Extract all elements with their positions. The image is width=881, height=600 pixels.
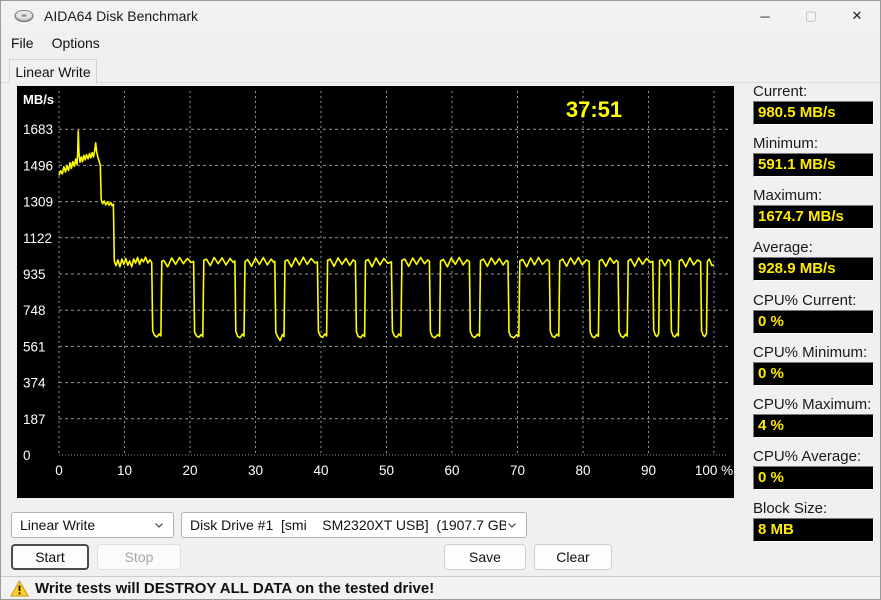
- drive-value: Disk Drive #1 [smi SM2320XT USB] (1907.7…: [190, 517, 506, 533]
- svg-text:70: 70: [510, 463, 525, 478]
- stat-value: 980.5 MB/s: [753, 101, 874, 125]
- maximize-button: ▢: [804, 8, 818, 23]
- svg-text:374: 374: [23, 376, 46, 391]
- stop-button: Stop: [97, 544, 181, 570]
- stat-value: 4 %: [753, 414, 874, 438]
- stats-sidebar: Current: 980.5 MB/s Minimum: 591.1 MB/s …: [753, 83, 874, 552]
- stat-value: 0 %: [753, 466, 874, 490]
- disk-app-icon: [14, 8, 36, 24]
- svg-text:1683: 1683: [23, 122, 53, 137]
- svg-text:40: 40: [313, 463, 328, 478]
- stat-label: Minimum:: [753, 135, 819, 152]
- svg-text:50: 50: [379, 463, 394, 478]
- title-bar: AIDA64 Disk Benchmark ─ ▢ ✕: [1, 1, 880, 31]
- svg-text:0: 0: [55, 463, 63, 478]
- svg-text:80: 80: [575, 463, 590, 478]
- svg-text:1122: 1122: [23, 231, 52, 246]
- menu-file[interactable]: File: [2, 33, 43, 53]
- drive-select[interactable]: Disk Drive #1 [smi SM2320XT USB] (1907.7…: [181, 512, 527, 538]
- close-button[interactable]: ✕: [834, 1, 880, 31]
- stat-value: 591.1 MB/s: [753, 153, 874, 177]
- chevron-down-icon: [155, 523, 163, 528]
- stat-current: Current: 980.5 MB/s: [753, 83, 874, 125]
- stat-label: Average:: [753, 239, 813, 256]
- stat-label: CPU% Current:: [753, 292, 857, 309]
- stat-label: CPU% Average:: [753, 448, 862, 465]
- menu-bar: File Options: [1, 31, 880, 55]
- stat-value: 1674.7 MB/s: [753, 205, 874, 229]
- stat-label: Current:: [753, 83, 808, 100]
- stat-minimum: Minimum: 591.1 MB/s: [753, 135, 874, 177]
- app-window: AIDA64 Disk Benchmark ─ ▢ ✕ File Options…: [0, 0, 881, 600]
- stat-block-size: Block Size: 8 MB: [753, 500, 874, 542]
- chevron-down-icon: [508, 523, 516, 528]
- stat-value: 0 %: [753, 310, 874, 334]
- warning-bar: Write tests will DESTROY ALL DATA on the…: [1, 576, 880, 599]
- svg-text:20: 20: [182, 463, 197, 478]
- svg-text:90: 90: [641, 463, 656, 478]
- tab-linear-write[interactable]: Linear Write: [9, 59, 97, 83]
- menu-options[interactable]: Options: [43, 33, 109, 53]
- svg-text:561: 561: [23, 339, 46, 354]
- stat-label: CPU% Minimum:: [753, 344, 868, 361]
- stat-average: Average: 928.9 MB/s: [753, 239, 874, 281]
- stat-value: 0 %: [753, 362, 874, 386]
- warning-text: Write tests will DESTROY ALL DATA on the…: [35, 580, 435, 597]
- svg-text:MB/s: MB/s: [23, 92, 54, 107]
- tabstrip-divider: [1, 82, 880, 83]
- svg-text:1309: 1309: [23, 195, 53, 210]
- save-button[interactable]: Save: [444, 544, 526, 570]
- svg-text:187: 187: [23, 412, 46, 427]
- stat-cpu-current: CPU% Current: 0 %: [753, 292, 874, 334]
- stat-maximum: Maximum: 1674.7 MB/s: [753, 187, 874, 229]
- start-button[interactable]: Start: [11, 544, 89, 570]
- svg-text:100 %: 100 %: [695, 463, 733, 478]
- svg-text:60: 60: [444, 463, 459, 478]
- svg-text:935: 935: [23, 267, 46, 282]
- test-type-value: Linear Write: [20, 517, 96, 533]
- svg-text:10: 10: [117, 463, 132, 478]
- stat-cpu-maximum: CPU% Maximum: 4 %: [753, 396, 874, 438]
- svg-text:0: 0: [23, 448, 31, 463]
- window-title: AIDA64 Disk Benchmark: [44, 8, 199, 24]
- stat-value: 928.9 MB/s: [753, 257, 874, 281]
- stat-cpu-minimum: CPU% Minimum: 0 %: [753, 344, 874, 386]
- warning-icon: [10, 580, 29, 597]
- stat-label: Block Size:: [753, 500, 828, 517]
- stat-value: 8 MB: [753, 518, 874, 542]
- benchmark-chart: MB/s 0 187 374 561 748 935 1122 1309 1496 1683 0 10 2…: [17, 86, 734, 498]
- minimize-button[interactable]: ─: [742, 1, 788, 31]
- stat-cpu-average: CPU% Average: 0 %: [753, 448, 874, 490]
- stat-label: Maximum:: [753, 187, 823, 204]
- svg-text:30: 30: [248, 463, 263, 478]
- stat-label: CPU% Maximum:: [753, 396, 872, 413]
- svg-text:748: 748: [23, 303, 46, 318]
- clear-button[interactable]: Clear: [534, 544, 612, 570]
- svg-text:1496: 1496: [23, 158, 53, 173]
- test-type-select[interactable]: Linear Write: [11, 512, 174, 538]
- svg-text:37:51: 37:51: [566, 97, 622, 122]
